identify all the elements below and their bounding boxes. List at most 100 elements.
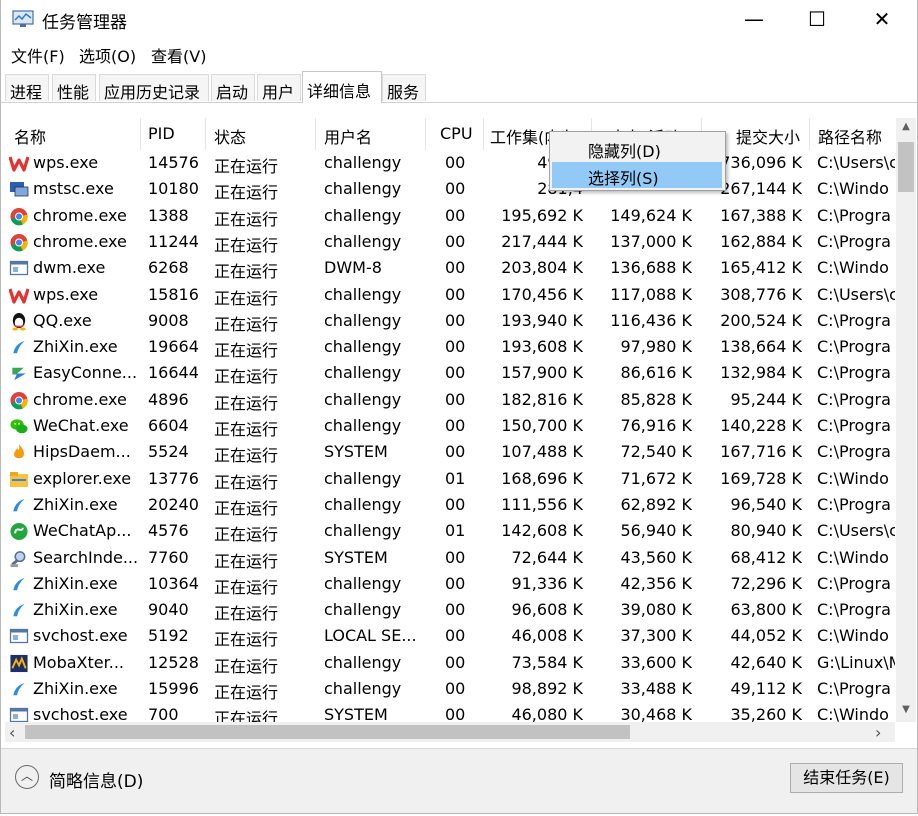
cell-path: C:\Progra bbox=[817, 310, 891, 330]
cell-pid: 6268 bbox=[148, 258, 189, 278]
table-row[interactable]: ZhiXin.exe 10364 正在运行 challengy 00 91,336 K 42… bbox=[5, 571, 895, 597]
cell-ws: 98,892 K bbox=[511, 679, 583, 698]
cell-commit: 138,664 K bbox=[720, 337, 802, 357]
wps-icon bbox=[8, 154, 30, 173]
table-row[interactable]: WeChat.exe 6604 正在运行 challengy 00 150,700 K 76… bbox=[5, 413, 895, 439]
cell-status: 正在运行 bbox=[214, 183, 279, 203]
close-button[interactable]: ✕ bbox=[859, 0, 905, 38]
cell-pid: 13776 bbox=[148, 468, 199, 488]
column-header-pid[interactable]: PID bbox=[141, 118, 206, 150]
table-row[interactable]: SearchInde... 7760 正在运行 SYSTEM 00 72,644 K 43,… bbox=[5, 545, 895, 571]
table-row[interactable]: dwm.exe 6268 正在运行 DWM-8 00 203,804 K 136,688 K… bbox=[5, 255, 895, 281]
menu-item-select-columns[interactable]: 选择列(S) bbox=[552, 162, 722, 188]
chrome-icon bbox=[9, 391, 29, 410]
scroll-right-arrow-icon[interactable]: › bbox=[875, 723, 881, 742]
cell-ws: 182,816 K bbox=[501, 389, 583, 409]
horizontal-scrollbar[interactable]: ‹ › bbox=[5, 722, 895, 742]
cell-user: DWM-8 bbox=[324, 258, 382, 278]
process-name: explorer.exe bbox=[33, 468, 132, 488]
cell-path: C:\Progra bbox=[817, 231, 891, 251]
cell-user: challengy bbox=[324, 679, 402, 698]
table-row[interactable]: ZhiXin.exe 9040 正在运行 challengy 00 96,608 K 39,… bbox=[5, 597, 895, 623]
table-row[interactable]: EasyConne... 16644 正在运行 challengy 00 157,900 … bbox=[5, 360, 895, 386]
table-row[interactable]: explorer.exe 13776 正在运行 challengy 01 168,696 … bbox=[5, 466, 895, 492]
tab-users[interactable]: 用户 bbox=[257, 74, 301, 102]
cell-mem: 72,540 K bbox=[620, 442, 692, 462]
scroll-down-arrow-icon[interactable]: ▼ bbox=[899, 704, 913, 718]
process-name: chrome.exe bbox=[33, 389, 127, 409]
tab-app-history[interactable]: 应用历史记录 bbox=[99, 74, 209, 102]
scroll-up-arrow-icon[interactable]: ▲ bbox=[899, 121, 913, 135]
column-header-name[interactable]: 名称 bbox=[5, 118, 141, 150]
column-header-path[interactable]: 路径名称 bbox=[810, 118, 895, 150]
process-name: ZhiXin.exe bbox=[33, 600, 118, 620]
task-manager-app-icon bbox=[12, 10, 34, 27]
table-row[interactable]: svchost.exe 5192 正在运行 LOCAL SE... 00 46,008 K… bbox=[5, 623, 895, 649]
tab-services[interactable]: 服务 bbox=[382, 74, 426, 102]
table-row[interactable]: MobaXter... 12528 正在运行 challengy 00 73,584 K 3… bbox=[5, 650, 895, 676]
cell-status: 正在运行 bbox=[214, 235, 279, 255]
menu-options[interactable]: 选项(O) bbox=[79, 43, 136, 67]
process-name: HipsDaem... bbox=[33, 442, 131, 462]
vertical-scroll-thumb[interactable] bbox=[898, 142, 914, 192]
fewer-details-link[interactable]: 简略信息(D) bbox=[49, 767, 143, 792]
cell-status: 正在运行 bbox=[214, 341, 279, 361]
cell-user: challengy bbox=[324, 389, 402, 409]
cell-pid: 7760 bbox=[148, 547, 189, 567]
table-row[interactable]: ZhiXin.exe 15996 正在运行 challengy 00 98,892 K 33… bbox=[5, 676, 895, 702]
tab-performance[interactable]: 性能 bbox=[52, 74, 96, 102]
cell-cpu: 00 bbox=[445, 153, 466, 172]
horizontal-scroll-thumb[interactable] bbox=[25, 725, 630, 739]
title-bar[interactable]: 任务管理器 — ☐ ✕ bbox=[1, 0, 917, 38]
qq-icon bbox=[9, 312, 29, 331]
vertical-scrollbar[interactable]: ▲ ▼ bbox=[896, 118, 916, 722]
cell-ws: 96,608 K bbox=[511, 600, 583, 620]
table-row[interactable]: ZhiXin.exe 19664 正在运行 challengy 00 193,608 K 9… bbox=[5, 334, 895, 360]
cell-cpu: 00 bbox=[445, 679, 466, 698]
table-row[interactable]: HipsDaem... 5524 正在运行 SYSTEM 00 107,488 K 72,5… bbox=[5, 439, 895, 465]
cell-user: challengy bbox=[324, 573, 402, 593]
collapse-chevron-icon[interactable]: ︿ bbox=[15, 765, 39, 789]
cell-path: C:\Progra bbox=[817, 442, 891, 462]
table-row[interactable]: QQ.exe 9008 正在运行 challengy 00 193,940 K 116,43… bbox=[5, 308, 895, 334]
table-row[interactable]: mstsc.exe10180正在运行challengy00281,4267,14… bbox=[5, 176, 895, 202]
scroll-left-arrow-icon[interactable]: ‹ bbox=[9, 723, 15, 742]
cell-user: challengy bbox=[324, 416, 402, 435]
cell-user: challengy bbox=[324, 231, 402, 251]
cell-path: C:\Progra bbox=[817, 600, 891, 620]
table-row[interactable]: chrome.exe 1388 正在运行 challengy 00 195,692 K 14… bbox=[5, 203, 895, 229]
column-header-cpu[interactable]: CPU bbox=[426, 118, 484, 150]
maximize-icon: ☐ bbox=[808, 7, 826, 31]
end-task-button[interactable]: 结束任务(E) bbox=[790, 763, 903, 793]
chrome-icon bbox=[9, 207, 29, 226]
process-name: chrome.exe bbox=[33, 231, 127, 251]
cell-pid: 11244 bbox=[148, 231, 199, 251]
zhixin-icon bbox=[9, 601, 29, 620]
cell-pid: 16644 bbox=[148, 363, 199, 383]
cell-path: C:\Windo bbox=[817, 705, 889, 722]
column-header-status[interactable]: 状态 bbox=[206, 118, 316, 150]
table-row[interactable]: ZhiXin.exe 20240 正在运行 challengy 00 111,556 K 6… bbox=[5, 492, 895, 518]
table-row[interactable]: chrome.exe 4896 正在运行 challengy 00 182,816 K 85… bbox=[5, 387, 895, 413]
tab-startup[interactable]: 启动 bbox=[211, 74, 255, 102]
cell-status: 正在运行 bbox=[214, 262, 279, 282]
table-row[interactable]: WeChatAp... 4576 正在运行 challengy 01 142,608 K 5… bbox=[5, 518, 895, 544]
tab-processes[interactable]: 进程 bbox=[5, 74, 49, 102]
cell-ws: 142,608 K bbox=[501, 521, 583, 541]
cell-pid: 4896 bbox=[148, 389, 189, 409]
maximize-button[interactable]: ☐ bbox=[794, 0, 840, 38]
cell-status: 正在运行 bbox=[214, 551, 279, 571]
cell-cpu: 00 bbox=[445, 258, 466, 278]
menu-item-hide-column[interactable]: 隐藏列(D) bbox=[552, 135, 722, 161]
column-header-username[interactable]: 用户名 bbox=[316, 118, 426, 150]
table-row[interactable]: svchost.exe 700 正在运行 SYSTEM 00 46,080 K 30,468… bbox=[5, 702, 895, 722]
table-row[interactable]: wps.exe14576正在运行challengy00495,5736,096 … bbox=[5, 150, 895, 176]
window-icon bbox=[9, 627, 29, 646]
table-row[interactable]: chrome.exe 11244 正在运行 challengy 00 217,444 K 1… bbox=[5, 229, 895, 255]
menu-file[interactable]: 文件(F) bbox=[11, 43, 65, 67]
minimize-button[interactable]: — bbox=[731, 0, 777, 38]
menu-view[interactable]: 查看(V) bbox=[151, 43, 206, 67]
table-row[interactable]: wps.exe 15816 正在运行 challengy 00 170,456 K 117,… bbox=[5, 282, 895, 308]
cell-path: C:\Progra bbox=[817, 679, 891, 698]
tab-details[interactable]: 详细信息 bbox=[302, 71, 382, 103]
